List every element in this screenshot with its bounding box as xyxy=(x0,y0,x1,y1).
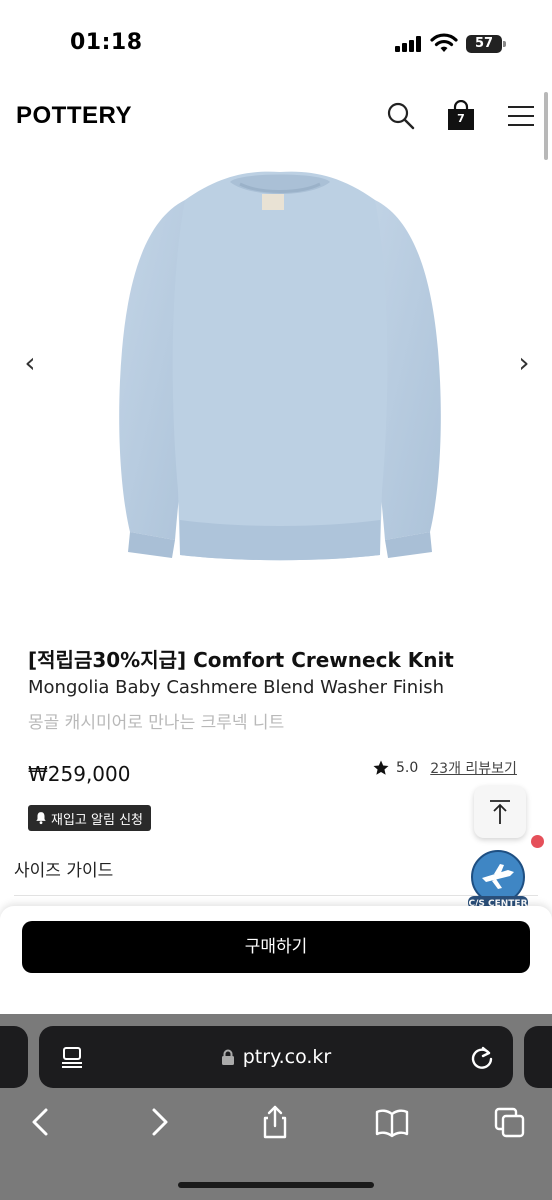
product-title: [적립금30%지급] Comfort Crewneck Knit xyxy=(28,648,454,672)
reload-icon[interactable] xyxy=(469,1044,495,1070)
address-bar[interactable]: ptry.co.kr xyxy=(39,1026,513,1088)
arrow-up-icon xyxy=(490,800,510,824)
search-icon[interactable] xyxy=(386,100,416,132)
carousel-next-icon[interactable]: › xyxy=(512,345,536,381)
review-link[interactable]: 23개 리뷰보기 xyxy=(430,758,517,778)
restock-label: 재입고 알림 신청 xyxy=(51,812,143,828)
page-scrollbar[interactable] xyxy=(544,92,548,160)
next-tab-peek[interactable] xyxy=(524,1026,552,1088)
restock-alert-button[interactable]: 재입고 알림 신청 xyxy=(28,805,151,831)
previous-tab-peek[interactable] xyxy=(0,1026,28,1088)
notification-dot xyxy=(531,835,544,848)
rating-value: 5.0 xyxy=(396,760,419,776)
product-image[interactable] xyxy=(90,160,470,580)
carousel-prev-icon[interactable]: ‹ xyxy=(18,345,42,381)
size-guide-link[interactable]: 사이즈 가이드 xyxy=(14,856,113,881)
bookmarks-icon[interactable] xyxy=(375,1104,409,1140)
buy-button[interactable]: 구매하기 xyxy=(22,921,530,973)
url-display[interactable]: ptry.co.kr xyxy=(39,1026,513,1088)
cellular-signal-icon xyxy=(395,36,423,52)
product-description: 몽골 캐시미어로 만나는 크루넥 니트 xyxy=(28,713,285,733)
lock-icon xyxy=(221,1049,234,1065)
forward-icon[interactable] xyxy=(142,1104,176,1140)
scroll-to-top-button[interactable] xyxy=(474,786,526,838)
buy-panel: 구매하기 xyxy=(0,906,552,1026)
wifi-icon xyxy=(430,33,458,52)
share-icon[interactable] xyxy=(258,1104,292,1140)
product-price: ₩259,000 xyxy=(28,762,131,786)
site-logo[interactable]: POTTERY xyxy=(16,102,132,130)
cart-count-badge: 7 xyxy=(457,112,465,125)
browser-toolbar: ptry.co.kr xyxy=(0,1014,552,1200)
back-icon[interactable] xyxy=(24,1104,58,1140)
status-time: 01:18 xyxy=(70,30,143,55)
product-rating: 5.0 23개 리뷰보기 xyxy=(372,758,517,778)
browser-nav-bar xyxy=(0,1104,552,1144)
product-subtitle: Mongolia Baby Cashmere Blend Washer Fini… xyxy=(28,677,444,698)
section-divider xyxy=(14,895,538,896)
url-text: ptry.co.kr xyxy=(242,1046,332,1068)
bell-icon xyxy=(36,812,46,825)
battery-icon: 57 xyxy=(466,35,506,53)
status-bar: 01:18 57 xyxy=(0,0,552,88)
site-header: POTTERY 7 xyxy=(0,88,552,148)
home-indicator xyxy=(178,1182,374,1188)
shopping-bag-icon[interactable]: 7 xyxy=(446,99,476,132)
hamburger-menu-icon[interactable] xyxy=(508,104,534,128)
cs-center-button[interactable]: C/S CENTER xyxy=(464,848,532,912)
tabs-icon[interactable] xyxy=(493,1104,527,1140)
star-icon xyxy=(373,760,389,775)
